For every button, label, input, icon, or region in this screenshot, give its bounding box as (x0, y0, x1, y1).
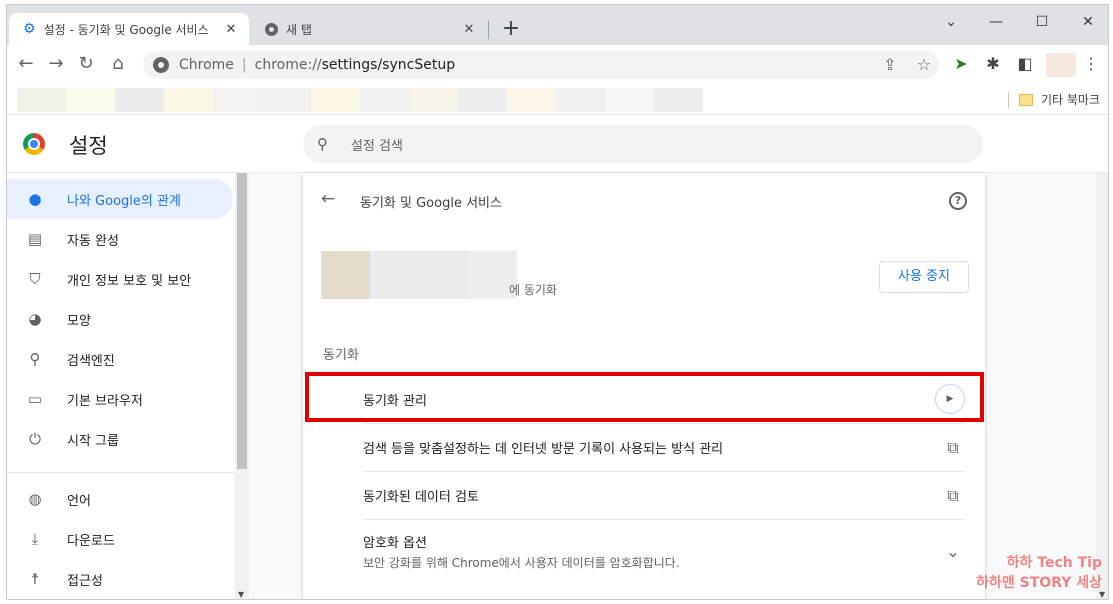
close-icon[interactable]: ✕ (461, 22, 477, 37)
tab-strip: ⚙ 설정 - 동기화 및 Google 서비스 ✕ 새 탭 ✕ + ⌄ — ☐ … (7, 5, 1108, 45)
row-label: 암호화 옵션 (363, 536, 427, 551)
extension-icon[interactable]: ➤ (949, 53, 973, 75)
browser-icon: ▭ (27, 390, 43, 408)
palette-icon: ◕ (28, 310, 42, 328)
other-bookmarks[interactable]: 기타 북마크 (1007, 91, 1100, 108)
side-panel-icon[interactable]: ◧ (1013, 53, 1037, 75)
other-bookmarks-label: 기타 북마크 (1040, 93, 1100, 107)
maximize-button[interactable]: ☐ (1019, 9, 1065, 35)
open-external-icon: ⧉ (947, 437, 959, 457)
search-icon: ⚲ (29, 350, 41, 368)
sidebar-item-appearance[interactable]: ◕ 모양 (7, 299, 233, 339)
settings-header: 설정 ⚲ 설정 검색 (7, 115, 1108, 173)
site-name: Chrome (179, 57, 234, 73)
tab-label: 새 탭 (286, 22, 312, 37)
chrome-logo-icon (23, 133, 45, 155)
scrollbar-thumb[interactable] (237, 173, 247, 469)
home-button[interactable]: ⌂ (105, 52, 131, 76)
chrome-icon (153, 57, 169, 73)
sidebar-item-label: 언어 (67, 493, 91, 509)
browser-window: ⚙ 설정 - 동기화 및 Google 서비스 ✕ 새 탭 ✕ + ⌄ — ☐ … (6, 4, 1109, 600)
sidebar-item-label: 나와 Google의 관계 (67, 193, 181, 209)
row-sublabel: 보안 강화를 위해 Chrome에서 사용자 데이터를 암호화합니다. (363, 556, 680, 570)
sidebar-item-downloads[interactable]: ⤓ 다운로드 (7, 519, 233, 559)
history-personalization-row[interactable]: 검색 등을 맞춤설정하는 데 인터넷 방문 기록이 사용되는 방식 관리 ⧉ (363, 423, 965, 471)
sidebar-item-label: 검색엔진 (67, 353, 115, 369)
review-synced-data-row[interactable]: 동기화된 데이터 검토 ⧉ (363, 471, 965, 519)
sync-to-label: 에 동기화 (509, 283, 557, 297)
folder-icon (1018, 93, 1033, 106)
stop-sync-button[interactable]: 사용 중지 (879, 261, 969, 293)
sidebar-item-label: 자동 완성 (67, 233, 119, 249)
search-placeholder: 설정 검색 (351, 138, 403, 154)
tab-search-icon[interactable]: ⌄ (928, 9, 974, 35)
chevron-down-icon[interactable]: ⌄ (941, 542, 965, 561)
highlight-box (305, 372, 984, 422)
back-button[interactable]: ← (13, 52, 39, 76)
url-divider: | (241, 57, 247, 73)
bookmarks-bar: 기타 북마크 (7, 83, 1108, 115)
sidebar-item-label: 다운로드 (67, 533, 115, 549)
chrome-icon (265, 22, 278, 36)
sidebar-item-label: 시작 그룹 (67, 433, 119, 449)
back-arrow-icon[interactable]: ← (321, 189, 335, 209)
sidebar-item-label: 개인 정보 보호 및 보안 (67, 273, 192, 289)
accessibility-icon: ☨ (30, 570, 40, 588)
share-icon[interactable]: ⇪ (879, 55, 901, 74)
forward-button[interactable]: → (43, 52, 69, 76)
sidebar-item-you-and-google[interactable]: ● 나와 Google의 관계 (7, 179, 233, 219)
settings-search-input[interactable]: ⚲ 설정 검색 (303, 125, 983, 163)
download-icon: ⤓ (31, 530, 39, 548)
encryption-options-row[interactable]: 암호화 옵션 보안 강화를 위해 Chrome에서 사용자 데이터를 암호화합니… (363, 519, 965, 583)
sidebar-item-label: 접근성 (67, 573, 103, 589)
tab-new-tab[interactable]: 새 탭 ✕ (251, 13, 487, 45)
row-label: 동기화된 데이터 검토 (363, 490, 479, 505)
url-text: chrome://settings/syncSetup (254, 57, 456, 73)
browser-toolbar: ← → ↻ ⌂ Chrome | chrome://settings/syncS… (7, 45, 1108, 83)
extensions-puzzle-icon[interactable]: ✱ (981, 53, 1005, 75)
sidebar-item-accessibility[interactable]: ☨ 접근성 (7, 559, 233, 599)
sidebar-item-search-engine[interactable]: ⚲ 검색엔진 (7, 339, 233, 379)
sidebar-item-on-startup[interactable]: ⏻ 시작 그룹 (7, 419, 233, 459)
minimize-button[interactable]: — (973, 9, 1019, 35)
sidebar-item-languages[interactable]: ◍ 언어 (7, 479, 233, 519)
profile-avatar[interactable] (1046, 53, 1076, 77)
reload-button[interactable]: ↻ (73, 52, 99, 76)
help-icon[interactable]: ? (949, 192, 967, 210)
bookmarks-obscured (17, 88, 703, 112)
scroll-down-arrow-icon[interactable]: ▼ (238, 590, 244, 599)
tab-label: 설정 - 동기화 및 Google 서비스 (43, 22, 209, 37)
subpage-title: 동기화 및 Google 서비스 (360, 196, 502, 211)
tab-settings[interactable]: ⚙ 설정 - 동기화 및 Google 서비스 ✕ (9, 13, 249, 45)
bookmark-star-icon[interactable]: ☆ (913, 55, 935, 74)
close-icon[interactable]: ✕ (223, 22, 239, 37)
gear-icon: ⚙ (23, 21, 36, 37)
power-icon: ⏻ (29, 430, 41, 448)
person-icon: ● (28, 190, 42, 208)
settings-sidebar: ● 나와 Google의 관계 ▤ 자동 완성 ⛉ 개인 정보 보호 및 보안 … (7, 173, 235, 599)
main-scrollbar[interactable]: ▼ (1096, 173, 1108, 599)
address-bar[interactable]: Chrome | chrome://settings/syncSetup ⇪ ☆ (143, 51, 939, 79)
sidebar-item-label: 모양 (67, 313, 91, 329)
account-obscured (321, 251, 517, 299)
close-window-button[interactable]: ✕ (1065, 9, 1108, 35)
sidebar-item-default-browser[interactable]: ▭ 기본 브라우저 (7, 379, 233, 419)
watermark: 하하 Tech Tip 하하맨 STORY 세상 (976, 555, 1102, 591)
new-tab-button[interactable]: + (499, 17, 523, 41)
sidebar-item-autofill[interactable]: ▤ 자동 완성 (7, 219, 233, 259)
clipboard-icon: ▤ (27, 230, 43, 248)
shield-icon: ⛉ (29, 270, 41, 288)
sidebar-item-privacy[interactable]: ⛉ 개인 정보 보호 및 보안 (7, 259, 233, 299)
page-title: 설정 (69, 134, 108, 158)
menu-icon[interactable]: ⋮ (1079, 53, 1103, 75)
sidebar-scrollbar[interactable]: ▼ (235, 173, 249, 599)
globe-icon: ◍ (28, 490, 42, 508)
open-external-icon: ⧉ (947, 485, 959, 505)
row-label: 검색 등을 맞춤설정하는 데 인터넷 방문 기록이 사용되는 방식 관리 (363, 442, 724, 457)
search-icon: ⚲ (317, 135, 328, 153)
section-label: 동기화 (323, 348, 359, 363)
sidebar-item-label: 기본 브라우저 (67, 393, 143, 409)
tab-divider (488, 21, 489, 39)
sidebar-divider (7, 472, 235, 473)
